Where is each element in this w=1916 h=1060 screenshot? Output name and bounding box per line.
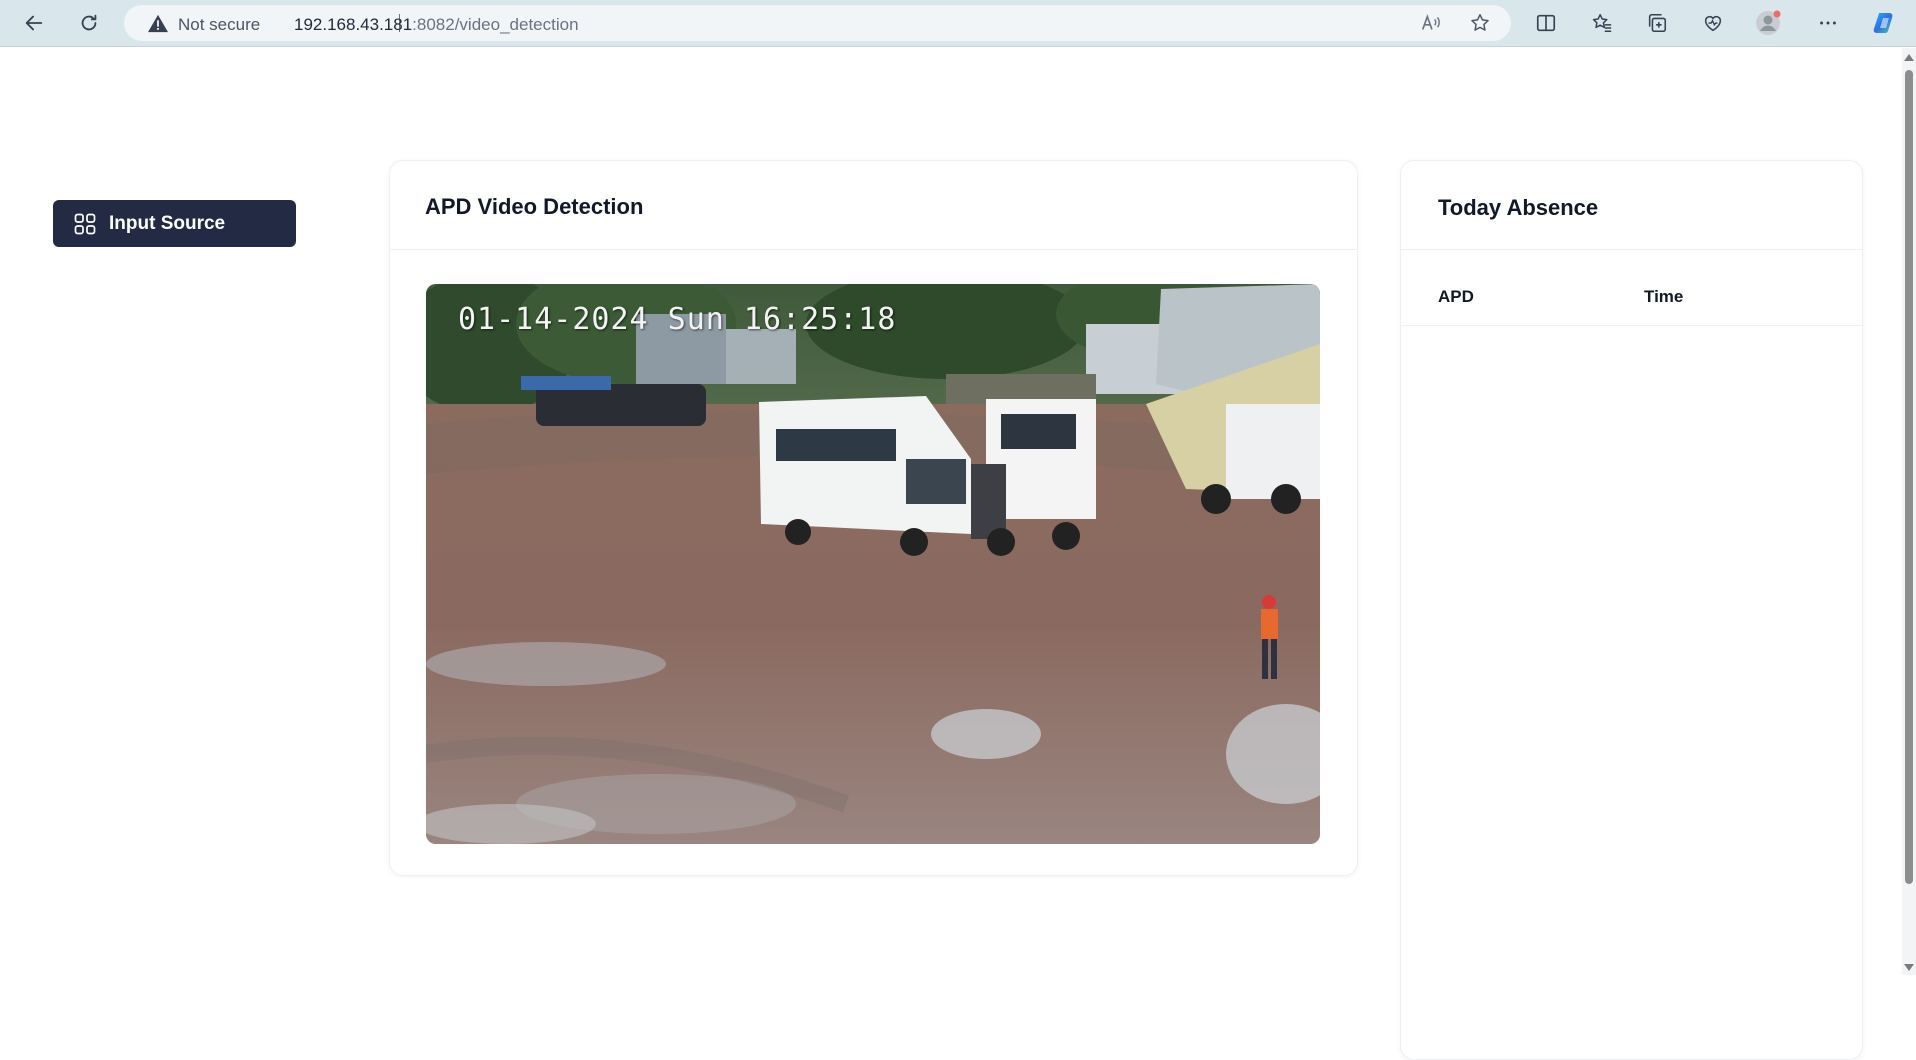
today-absence-card: Today Absence APD Time [1400,160,1863,1060]
url-text[interactable]: 192.168.43.181:8082/video_detection [294,15,579,35]
page-scrollbar[interactable] [1902,48,1916,975]
scroll-down-arrow-icon[interactable] [1904,964,1914,971]
security-status[interactable]: Not secure [178,15,260,35]
favorite-star-icon[interactable] [1469,12,1491,34]
video-detection-card: APD Video Detection 01-14-2024 Sun 16:25… [389,160,1358,876]
video-timestamp-overlay: 01-14-2024 Sun 16:25:18 [458,302,897,337]
browser-essentials-icon[interactable] [1695,6,1731,40]
card-divider [1401,249,1862,250]
column-header-time: Time [1644,287,1684,306]
video-stream[interactable]: 01-14-2024 Sun 16:25:18 [426,284,1320,844]
favorites-icon[interactable] [1584,6,1620,40]
scrollbar-thumb[interactable] [1905,70,1913,884]
camera-scene [426,284,1320,844]
url-host: 192.168.43.181 [294,15,413,34]
absence-panel-title: Today Absence [1438,195,1599,220]
video-panel-title: APD Video Detection [425,194,644,219]
read-aloud-icon[interactable] [1420,12,1442,34]
address-bar[interactable]: Not secure 192.168.43.181:8082/video_det… [124,5,1511,41]
split-screen-icon[interactable] [1528,6,1564,40]
url-path: :8082/video_detection [412,15,579,34]
copilot-icon[interactable] [1867,6,1903,40]
warning-icon[interactable] [147,13,169,33]
profile-avatar-icon[interactable] [1751,6,1787,40]
page-content: Input Source APD Video Detection 01-14-2… [0,48,1900,1060]
refresh-icon[interactable] [71,6,107,40]
browser-toolbar: Not secure 192.168.43.181:8082/video_det… [0,0,1916,47]
collections-icon[interactable] [1639,6,1675,40]
input-source-button[interactable]: Input Source [53,200,296,247]
grid-icon [74,213,96,235]
back-arrow-icon[interactable] [16,6,52,40]
table-header-divider [1401,325,1862,326]
input-source-label: Input Source [109,213,226,234]
column-header-apd: APD [1438,287,1474,306]
card-divider [390,249,1357,250]
scroll-up-arrow-icon[interactable] [1904,54,1914,61]
more-icon[interactable] [1810,6,1846,40]
